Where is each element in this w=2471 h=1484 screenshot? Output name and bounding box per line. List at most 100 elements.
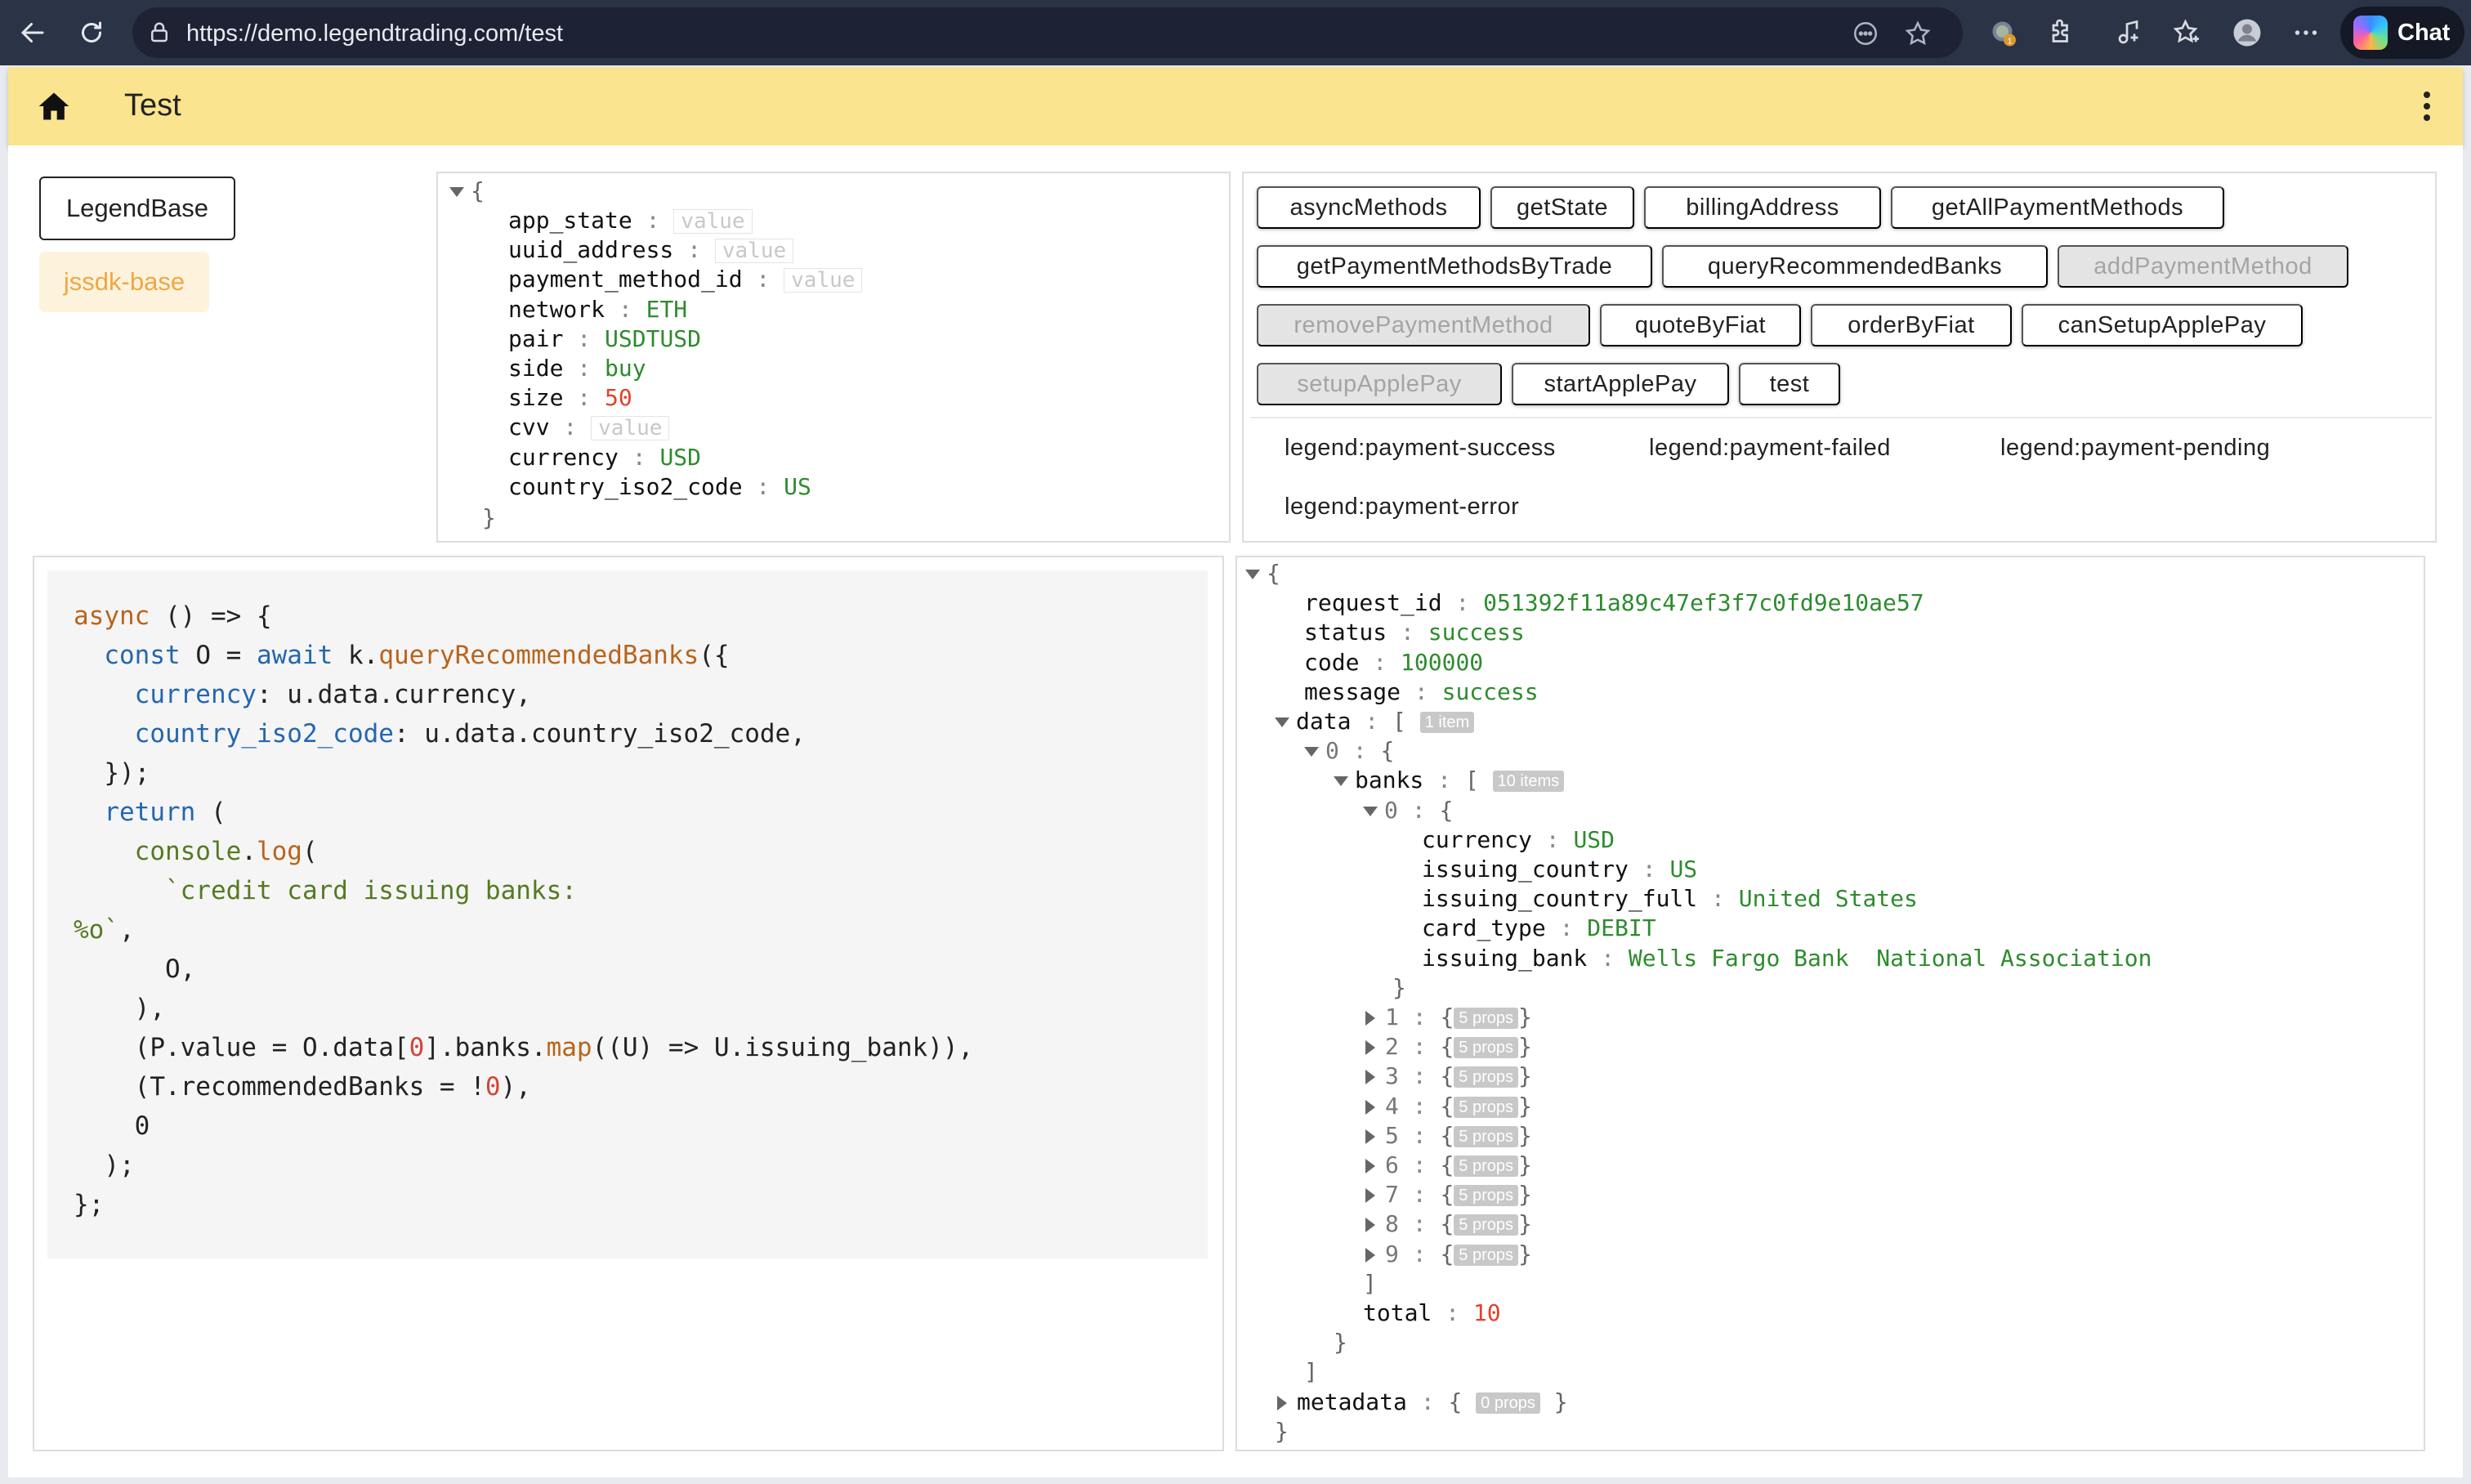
setup-apple-pay-button: setupApplePay [1257,363,1502,405]
json-brace: { [1440,1240,1454,1267]
copilot-chat-button[interactable]: Chat [2340,7,2464,59]
expand-toggle-icon[interactable] [1365,1218,1375,1233]
billing-address-button[interactable]: billingAddress [1644,186,1881,229]
event-payment-error[interactable]: legend:payment-error [1285,494,1519,521]
props-badge: 0 props [1476,1392,1540,1414]
collapse-toggle-icon[interactable] [1363,806,1378,816]
get-payment-methods-by-trade-button[interactable]: getPaymentMethodsByTrade [1257,245,1652,288]
kebab-menu-icon[interactable] [2419,88,2435,124]
extensions-puzzle-icon[interactable] [2043,15,2079,51]
param-value-input[interactable]: value [714,239,794,264]
back-icon[interactable] [13,13,52,52]
array-index: 6 [1385,1151,1399,1178]
page-title: Test [124,88,181,123]
extension-globe-icon[interactable]: 1 [1986,15,2022,51]
param-value[interactable]: buy [605,355,646,382]
json-brace: { [1448,1388,1477,1415]
test-button[interactable]: test [1739,363,1840,405]
count-badge: 10 items [1492,771,1565,793]
favorites-icon[interactable] [2169,15,2205,51]
result-key: code [1304,648,1360,676]
result-key: metadata [1297,1388,1407,1415]
event-payment-failed[interactable]: legend:payment-failed [1649,435,1891,462]
result-value[interactable]: DEBIT [1587,914,1656,941]
param-value[interactable]: US [784,473,811,500]
can-setup-apple-pay-button[interactable]: canSetupApplePay [2022,304,2303,346]
expand-toggle-icon[interactable] [1277,1395,1287,1410]
result-value[interactable]: 10 [1473,1299,1501,1326]
result-key: total [1363,1299,1432,1326]
url-text[interactable]: https://demo.legendtrading.com/test [186,20,563,47]
media-icon[interactable] [2111,15,2147,51]
site-info-icon[interactable] [147,20,172,45]
expand-toggle-icon[interactable] [1365,1040,1375,1056]
result-value[interactable]: Wells Fargo Bank National Association [1629,945,2152,972]
reader-icon[interactable] [1852,20,1879,47]
result-value[interactable]: USD [1573,826,1615,853]
expand-toggle-icon[interactable] [1365,1188,1375,1204]
event-payment-pending[interactable]: legend:payment-pending [2000,435,2270,462]
get-all-payment-methods-button[interactable]: getAllPaymentMethods [1891,186,2224,229]
collapse-toggle-icon[interactable] [1245,570,1260,579]
expand-toggle-icon[interactable] [1365,1011,1375,1026]
more-menu-icon[interactable] [2288,15,2324,51]
expand-toggle-icon[interactable] [1365,1099,1375,1115]
query-recommended-banks-button[interactable]: queryRecommendedBanks [1662,245,2048,288]
param-value[interactable]: ETH [646,296,688,323]
json-brace: } [1334,1329,1347,1357]
address-bar[interactable]: https://demo.legendtrading.com/test [132,7,1963,58]
home-icon[interactable] [36,88,72,124]
quote-by-fiat-button[interactable]: quoteByFiat [1600,304,1801,346]
async-methods-button[interactable]: asyncMethods [1257,186,1481,229]
collapse-toggle-icon[interactable] [1275,717,1289,727]
param-value[interactable]: USD [659,444,701,471]
collapse-toggle-icon[interactable] [1304,747,1319,758]
param-value-input[interactable]: value [591,416,670,441]
collapse-toggle-icon[interactable] [449,187,464,197]
get-state-button[interactable]: getState [1490,186,1634,229]
json-brace: { [1267,560,1280,587]
profile-avatar-icon[interactable] [2229,15,2265,51]
result-row-data-0: 0 : { [1304,736,1394,766]
json-colon: : [1406,1388,1449,1415]
array-index: 3 [1385,1062,1399,1090]
json-colon: : [1398,1121,1441,1149]
result-row-code: code : 100000 [1304,648,1483,677]
param-value-input[interactable]: value [673,209,753,234]
add-payment-method-button: addPaymentMethod [2058,245,2348,288]
result-value[interactable]: 051392f11a89c47ef3f7c0fd9e10ae57 [1483,589,1924,616]
order-by-fiat-button[interactable]: orderByFiat [1811,304,2012,346]
event-payment-success[interactable]: legend:payment-success [1285,435,1556,462]
json-brace: { [1440,1151,1454,1178]
start-apple-pay-button[interactable]: startApplePay [1512,363,1729,405]
reload-icon[interactable] [72,13,111,52]
favorite-star-icon[interactable] [1904,20,1932,47]
param-key: payment_method_id [508,266,743,293]
result-value[interactable]: success [1428,619,1525,646]
json-colon: : [1398,1003,1441,1030]
jssdk-base-tag[interactable]: jssdk-base [39,252,209,312]
result-value[interactable]: 100000 [1401,649,1483,676]
collapse-toggle-icon[interactable] [1334,776,1348,787]
expand-toggle-icon[interactable] [1365,1159,1375,1173]
result-value[interactable]: US [1669,856,1697,883]
result-key: data [1296,708,1352,735]
legendbase-button[interactable]: LegendBase [39,177,235,240]
expand-toggle-icon[interactable] [1365,1129,1375,1144]
result-row-bank-4: 4 : {5 props} [1363,1092,1532,1121]
result-key: currency [1422,825,1532,853]
json-colon: : [1398,1033,1441,1061]
expand-toggle-icon[interactable] [1365,1247,1375,1263]
param-value[interactable]: USDTUSD [605,325,701,352]
json-colon: : [563,324,605,352]
array-index: 5 [1385,1121,1399,1149]
result-value[interactable]: United States [1739,885,1918,912]
expand-toggle-icon[interactable] [1365,1070,1375,1085]
bank-field-issuing_country_full: issuing_country_full : United States [1422,884,1918,914]
json-colon: : [1398,1062,1441,1090]
json-colon: : [563,384,605,412]
result-value[interactable]: success [1442,678,1539,705]
param-value[interactable]: 50 [605,384,632,411]
json-brace: { [1439,796,1454,824]
param-value-input[interactable]: value [784,268,863,293]
